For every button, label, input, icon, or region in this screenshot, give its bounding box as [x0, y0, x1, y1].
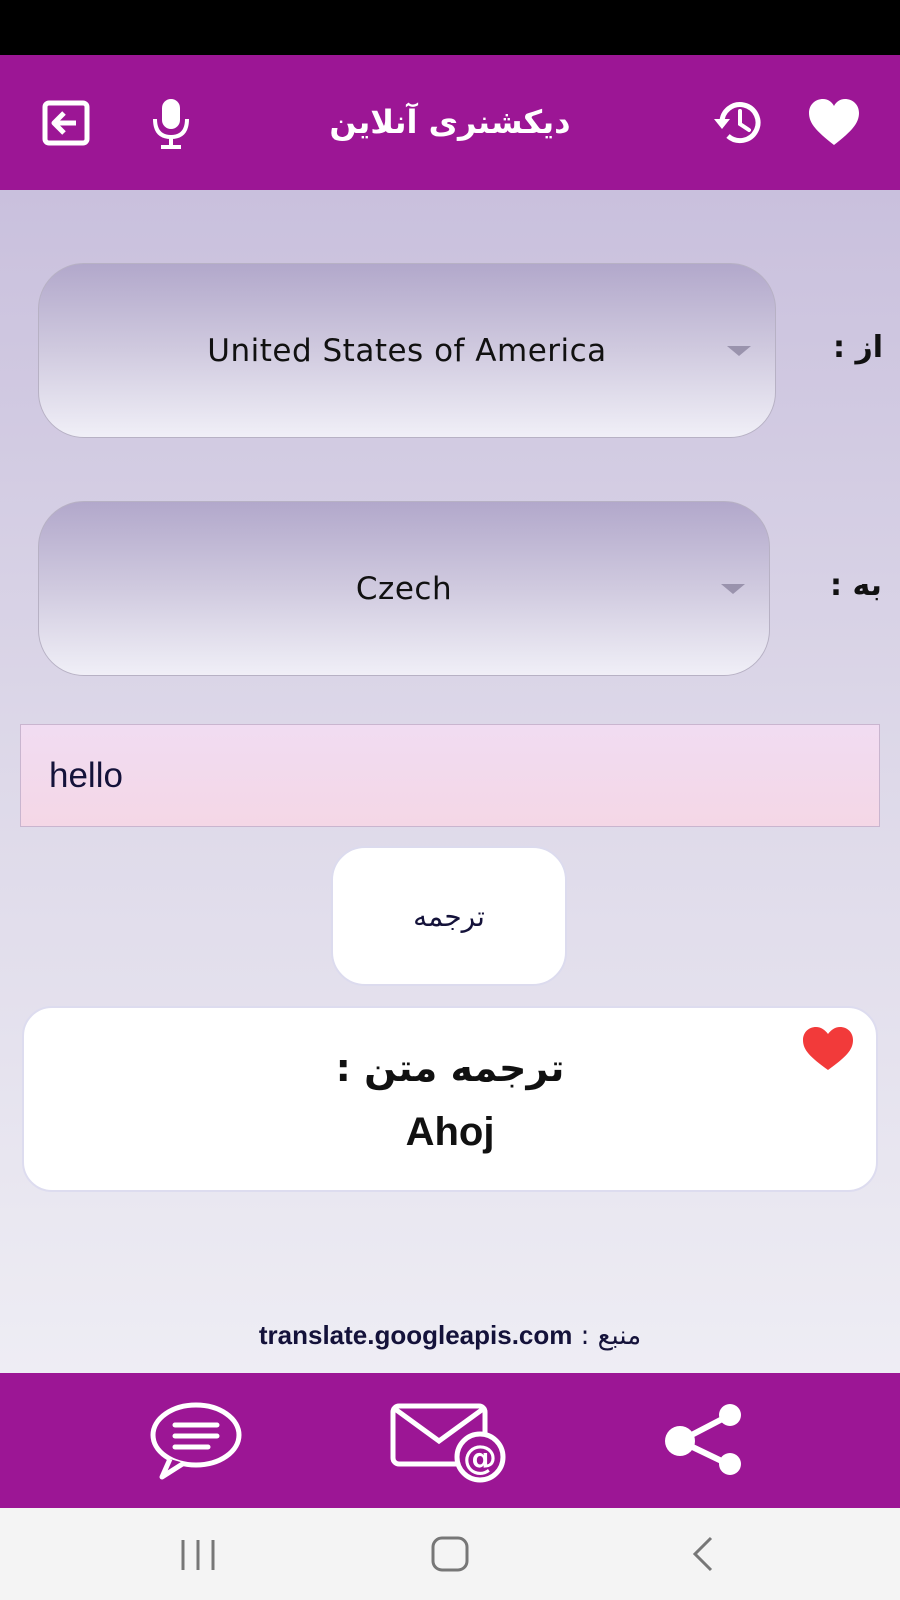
bottom-bar: @: [0, 1373, 900, 1508]
mic-icon[interactable]: [143, 95, 199, 151]
to-language-dropdown[interactable]: Czech: [38, 501, 770, 676]
result-value: Ahoj: [405, 1110, 495, 1154]
system-nav-bar: [0, 1508, 900, 1600]
share-icon[interactable]: [662, 1403, 748, 1475]
exit-icon[interactable]: [38, 95, 94, 151]
result-card: ترجمه متن : Ahoj: [22, 1006, 878, 1192]
status-bar: [0, 0, 900, 55]
from-dropdown-caret-icon: [727, 346, 751, 356]
from-label: از :: [833, 330, 883, 365]
app-bar: دیکشنری آنلاین: [0, 55, 900, 190]
source-label: منبع :: [580, 1321, 642, 1351]
email-icon[interactable]: @: [390, 1403, 510, 1483]
source-domain: translate.googleapis.com: [258, 1320, 573, 1350]
to-language-value: Czech: [355, 570, 453, 607]
recent-apps-icon[interactable]: [173, 1532, 223, 1576]
translate-button[interactable]: ترجمه: [331, 846, 567, 986]
result-label: ترجمه متن :: [335, 1046, 565, 1090]
heart-icon[interactable]: [806, 95, 862, 151]
from-language-value: United States of America: [207, 332, 607, 369]
history-icon[interactable]: [710, 95, 766, 151]
svg-text:@: @: [463, 1438, 497, 1478]
favorite-heart-icon[interactable]: [800, 1024, 856, 1074]
home-icon[interactable]: [425, 1532, 475, 1576]
source-text-input[interactable]: hello: [20, 724, 880, 827]
from-language-dropdown[interactable]: United States of America: [38, 263, 776, 438]
back-icon[interactable]: [677, 1532, 727, 1576]
source-line: translate.googleapis.com منبع :: [0, 1320, 900, 1351]
chat-icon[interactable]: [148, 1401, 244, 1481]
to-label: به :: [830, 568, 882, 603]
to-dropdown-caret-icon: [721, 584, 745, 594]
